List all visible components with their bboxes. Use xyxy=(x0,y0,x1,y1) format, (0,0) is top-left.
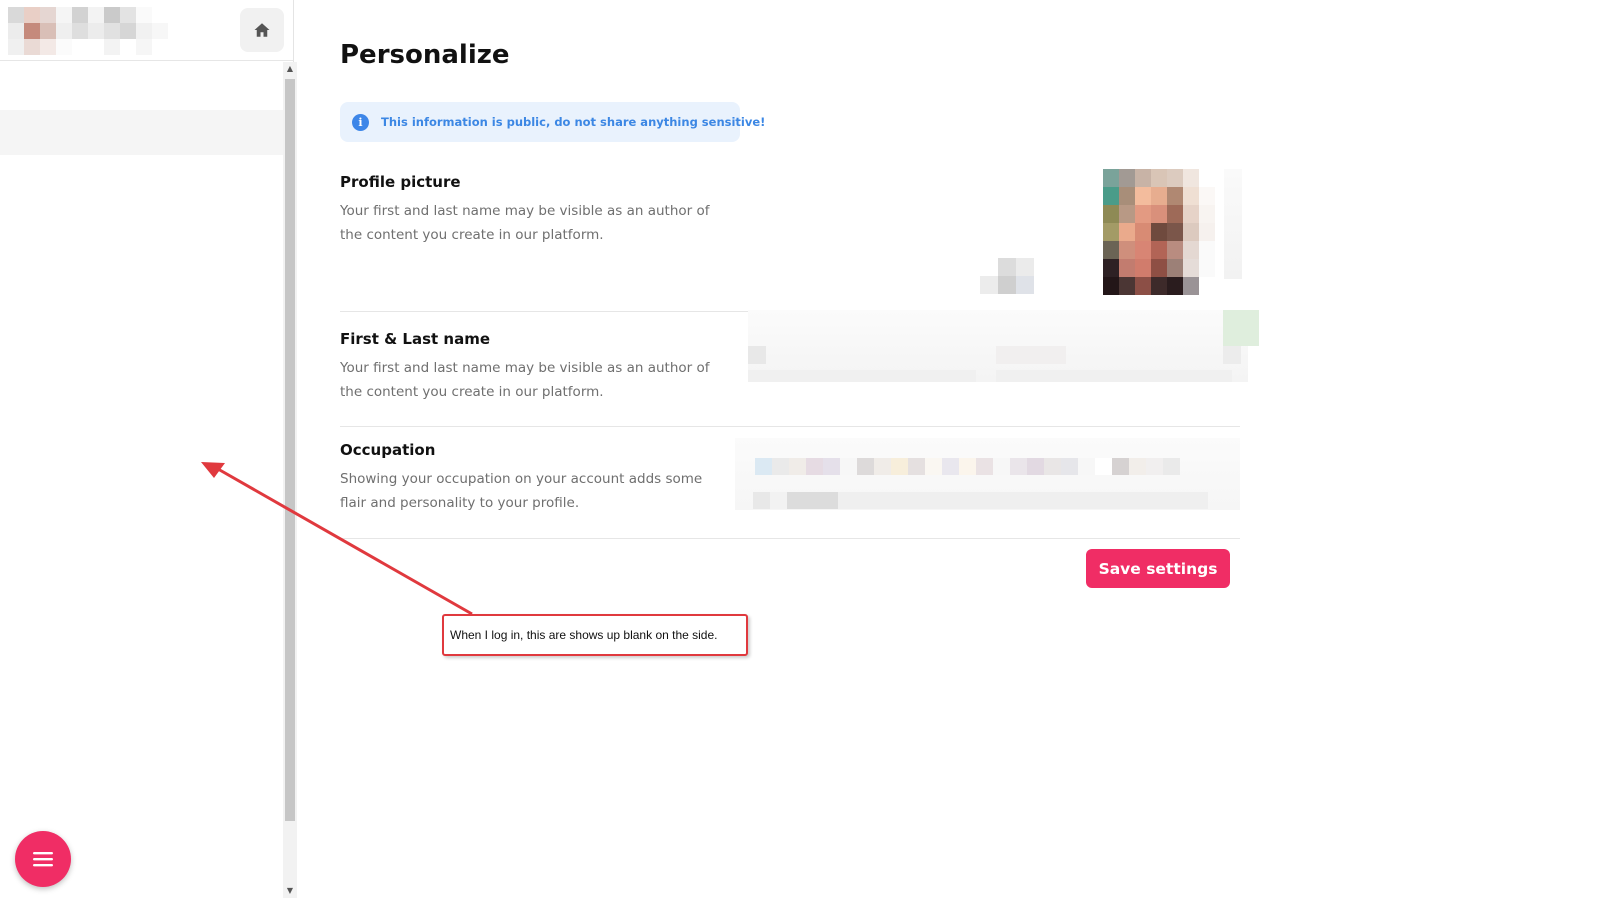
name-input-field[interactable] xyxy=(748,310,1259,382)
annotation-text: When I log in, this are shows up blank o… xyxy=(450,628,718,642)
divider xyxy=(340,538,1240,539)
avatar-side-shade xyxy=(1224,169,1242,279)
section-description: Your first and last name may be visible … xyxy=(340,203,710,243)
save-settings-button[interactable]: Save settings xyxy=(1086,549,1230,588)
home-button[interactable] xyxy=(240,8,284,52)
sidebar-selected-item[interactable] xyxy=(0,110,283,155)
page-title: Personalize xyxy=(340,40,510,70)
public-info-notice: i This information is public, do not sha… xyxy=(340,102,765,142)
scroll-down-icon[interactable]: ▼ xyxy=(283,884,297,898)
menu-button[interactable] xyxy=(15,831,71,887)
divider xyxy=(340,426,1240,427)
scrollbar-thumb[interactable] xyxy=(285,79,295,821)
blurred-avatar-control[interactable] xyxy=(980,258,1040,294)
menu-icon xyxy=(33,852,53,867)
annotation-callout: When I log in, this are shows up blank o… xyxy=(442,614,748,656)
blurred-logo[interactable] xyxy=(8,7,184,55)
section-description: Your first and last name may be visible … xyxy=(340,360,710,400)
sidebar-header xyxy=(0,0,293,61)
sidebar-scroll-area[interactable]: ▲ ▼ xyxy=(0,62,297,898)
sidebar: ▲ ▼ xyxy=(0,0,297,898)
section-description: Showing your occupation on your account … xyxy=(340,471,703,511)
blurred-occupation-text-2 xyxy=(753,492,1208,509)
sidebar-scrollbar[interactable]: ▲ ▼ xyxy=(283,62,297,898)
occupation-input-field[interactable] xyxy=(735,438,1240,510)
home-icon xyxy=(254,23,270,37)
info-icon: i xyxy=(352,113,369,131)
profile-avatar[interactable] xyxy=(1103,169,1215,295)
notice-text: This information is public, do not share… xyxy=(381,115,766,129)
blurred-occupation-text xyxy=(755,458,1180,475)
scroll-up-icon[interactable]: ▲ xyxy=(283,62,297,76)
